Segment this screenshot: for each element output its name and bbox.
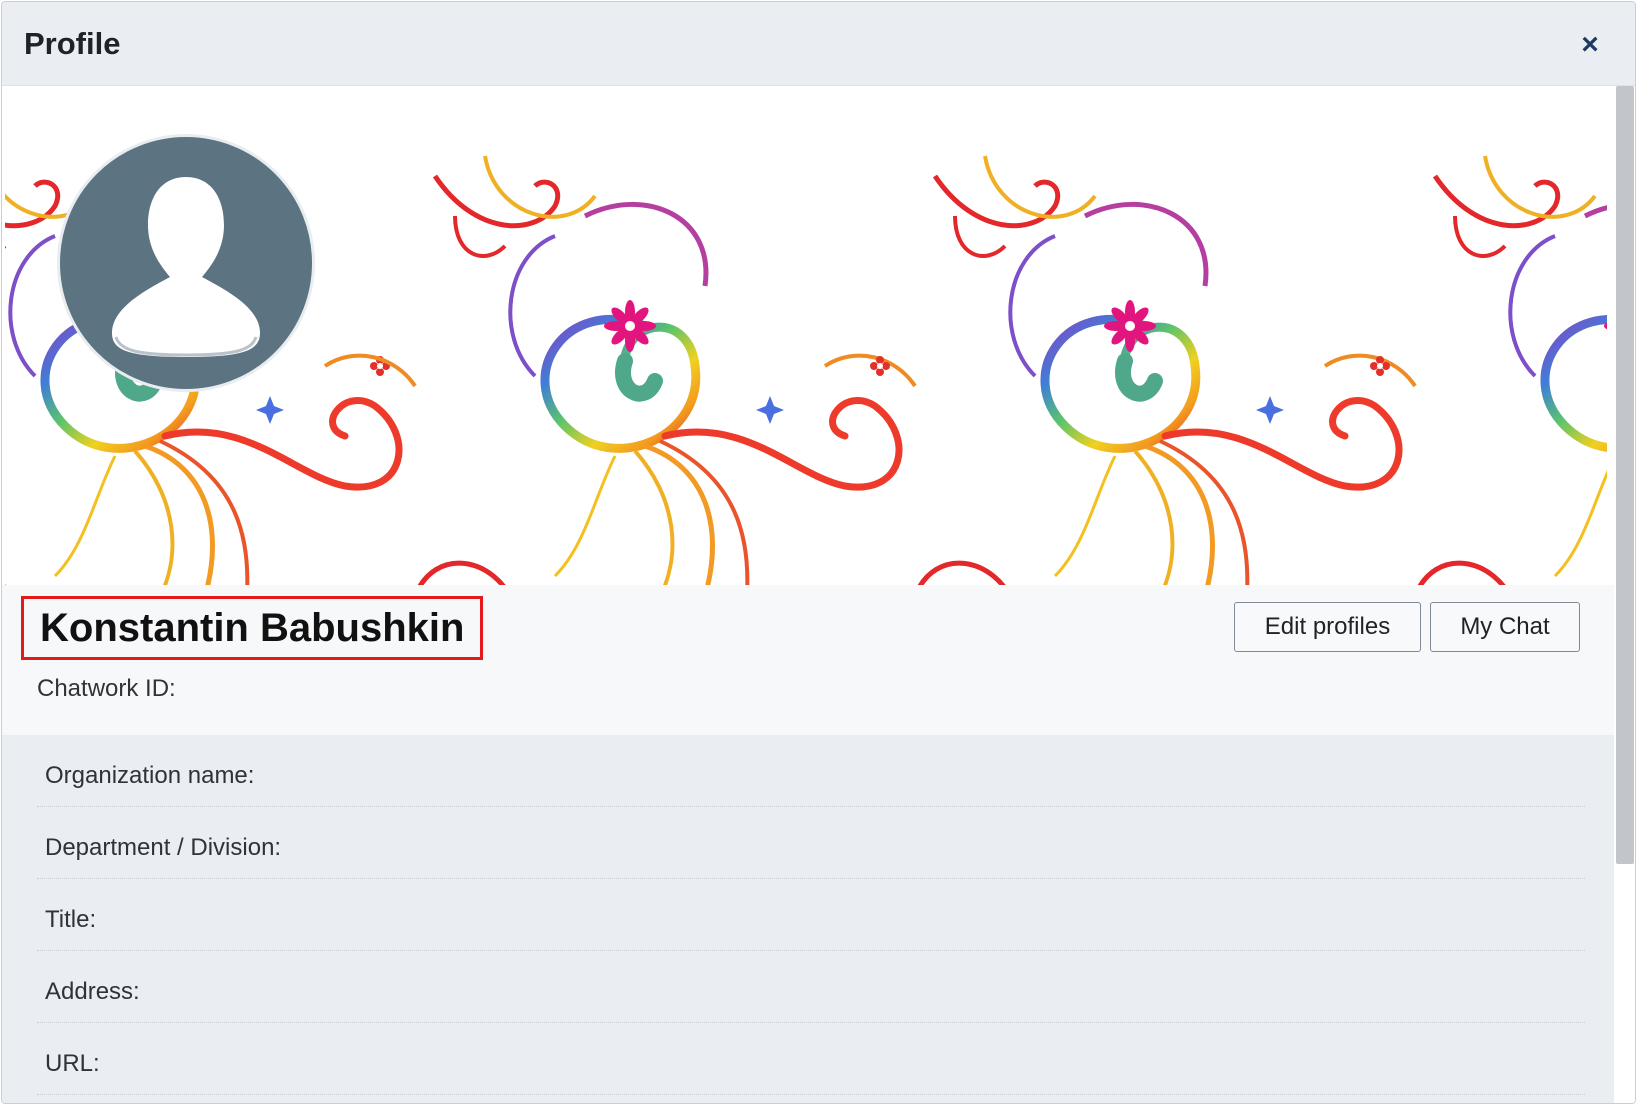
edit-profiles-button[interactable]: Edit profiles <box>1234 602 1421 652</box>
detail-row-url: URL: <box>37 1023 1585 1095</box>
dialog-title: Profile <box>24 26 121 61</box>
dialog-header: Profile × <box>2 2 1635 86</box>
cover-image <box>5 86 1607 585</box>
profile-name-area: Konstantin Babushkin Chatwork ID: Edit p… <box>2 585 1614 735</box>
avatar-silhouette <box>112 177 260 357</box>
profile-content[interactable]: Konstantin Babushkin Chatwork ID: Edit p… <box>2 86 1614 1103</box>
profile-name: Konstantin Babushkin <box>40 605 465 650</box>
url-label: URL: <box>45 1050 100 1077</box>
profile-dialog: Profile × Konstantin Babushkin Chatwork … <box>1 1 1636 1104</box>
title-label: Title: <box>45 906 97 933</box>
chatwork-id-label: Chatwork ID: <box>37 675 176 702</box>
department-division-label: Department / Division: <box>45 834 282 861</box>
detail-row-organization: Organization name: <box>37 735 1585 807</box>
close-icon[interactable]: × <box>1573 28 1607 62</box>
profile-name-highlight: Konstantin Babushkin <box>21 596 484 660</box>
user-silhouette-icon <box>57 134 315 392</box>
address-label: Address: <box>45 978 140 1005</box>
my-chat-button[interactable]: My Chat <box>1430 602 1580 652</box>
detail-row-title: Title: <box>37 879 1585 951</box>
profile-details: Organization name: Department / Division… <box>2 735 1614 1103</box>
organization-name-label: Organization name: <box>45 762 255 789</box>
detail-row-address: Address: <box>37 951 1585 1023</box>
detail-row-department: Department / Division: <box>37 807 1585 879</box>
scrollbar-thumb[interactable] <box>1616 86 1634 864</box>
